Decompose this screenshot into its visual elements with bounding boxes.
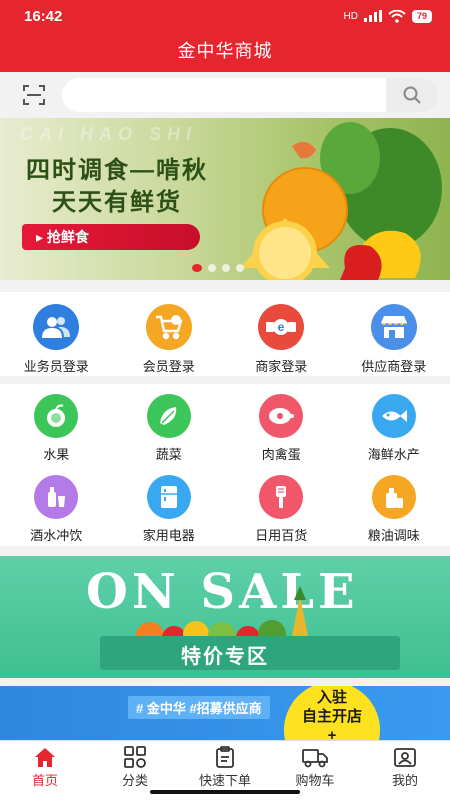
brush-icon <box>259 475 304 519</box>
clipboard-icon <box>216 746 234 768</box>
category-fruit[interactable]: 水果 <box>0 384 113 465</box>
oil-icon <box>371 475 416 519</box>
login-row: 业务员登录 会员登录 e 商家登录 供应商登录 <box>0 292 450 376</box>
pager-dot[interactable] <box>222 264 230 272</box>
search-bar <box>0 72 450 118</box>
shop-awning-icon <box>370 304 417 350</box>
category-label: 蔬菜 <box>155 447 182 462</box>
banner-cta-button[interactable]: ▸ 抢鲜食 <box>22 224 200 250</box>
sale-banner[interactable]: ON SALE 特价专区 <box>0 556 450 678</box>
category-grid: 水果 蔬菜 肉禽蛋 海鲜水产 酒水冲饮 家用电器 日用百货 粮油调味 <box>0 384 450 546</box>
nav-label: 我的 <box>391 773 418 788</box>
nav-profile[interactable]: 我的 <box>360 741 450 800</box>
login-label: 业务员登录 <box>23 359 89 374</box>
search-icon <box>403 86 421 104</box>
status-bar: 16:42 HD 79 <box>0 0 450 32</box>
home-icon <box>35 748 55 767</box>
network-label: HD <box>343 10 358 22</box>
grid-icon <box>124 746 146 768</box>
cart-icon <box>145 304 192 350</box>
banner-produce-image <box>240 122 442 280</box>
category-label: 酒水冲饮 <box>30 528 83 543</box>
scan-icon <box>23 85 45 105</box>
users-icon <box>33 304 80 350</box>
vegetable-icon <box>146 394 191 438</box>
category-label: 海鲜水产 <box>367 447 420 462</box>
category-label: 肉禽蛋 <box>261 447 301 462</box>
page-title: 金中华商城 <box>0 32 450 72</box>
nav-label: 首页 <box>31 773 58 788</box>
profile-icon <box>394 748 416 767</box>
status-indicators: HD 79 <box>343 9 432 23</box>
status-time: 16:42 <box>24 7 63 25</box>
signal-icon <box>363 10 382 22</box>
category-vegetable[interactable]: 蔬菜 <box>113 384 226 465</box>
login-salesman-button[interactable]: 业务员登录 <box>0 292 113 376</box>
login-member-button[interactable]: 会员登录 <box>113 292 226 376</box>
pager-dot[interactable] <box>208 264 216 272</box>
recruit-line1: 入驻 <box>316 689 347 706</box>
category-label: 家用电器 <box>142 528 195 543</box>
fruit-icon <box>34 394 79 438</box>
nav-label: 分类 <box>121 773 148 788</box>
pager-dot[interactable] <box>236 264 244 272</box>
battery-icon: 79 <box>411 9 432 23</box>
wifi-icon <box>388 9 406 23</box>
search-input[interactable] <box>62 78 438 112</box>
nav-label: 快速下单 <box>198 773 251 788</box>
category-meat[interactable]: 肉禽蛋 <box>225 384 338 465</box>
category-grain-oil[interactable]: 粮油调味 <box>338 465 450 546</box>
promo-banner[interactable]: CAI HAO SHI 四时调食—啃秋 天天有鲜货 ▸ 抢鲜食 <box>0 118 450 280</box>
category-seafood[interactable]: 海鲜水产 <box>338 384 450 465</box>
category-daily-goods[interactable]: 日用百货 <box>225 465 338 546</box>
recruit-banner[interactable]: # 金中华 #招募供应商 入驻 自主开店 + <box>0 686 450 740</box>
fridge-icon <box>146 475 191 519</box>
sale-title: 特价专区 <box>181 646 269 668</box>
banner-pager <box>192 264 244 272</box>
category-drinks[interactable]: 酒水冲饮 <box>0 465 113 546</box>
recruit-badge: 入驻 自主开店 + <box>284 686 380 740</box>
banner-line2: 天天有鲜货 <box>52 189 182 216</box>
search-button[interactable] <box>386 78 438 112</box>
svg-text:e: e <box>278 320 285 334</box>
login-label: 会员登录 <box>142 359 195 374</box>
login-label: 商家登录 <box>255 359 308 374</box>
search-box <box>62 78 438 112</box>
banner-cta-label: 抢鲜食 <box>46 229 89 245</box>
truck-icon <box>302 749 328 768</box>
pager-dot[interactable] <box>192 264 202 272</box>
app-root: 16:42 HD 79 金中华商城 CAI HAO SHI 四时调食—啃秋 天天… <box>0 0 450 800</box>
home-indicator <box>150 790 300 794</box>
banner-watermark: CAI HAO SHI <box>20 124 198 144</box>
store-e-icon: e <box>258 304 305 350</box>
recruit-tag: # 金中华 #招募供应商 <box>128 696 270 719</box>
recruit-line2: 自主开店 <box>301 708 362 725</box>
category-label: 粮油调味 <box>367 528 420 543</box>
login-label: 供应商登录 <box>361 359 427 374</box>
category-label: 日用百货 <box>255 528 308 543</box>
meat-icon <box>259 394 304 438</box>
recruit-line3: + <box>327 727 337 740</box>
category-appliances[interactable]: 家用电器 <box>113 465 226 546</box>
nav-home[interactable]: 首页 <box>0 741 90 800</box>
category-label: 水果 <box>43 447 70 462</box>
login-supplier-button[interactable]: 供应商登录 <box>338 292 450 376</box>
scan-button[interactable] <box>20 82 48 108</box>
nav-label: 购物车 <box>295 773 335 788</box>
login-merchant-button[interactable]: e 商家登录 <box>225 292 338 376</box>
drinks-icon <box>34 475 79 519</box>
fish-icon <box>371 394 416 438</box>
banner-line1: 四时调食—啃秋 <box>26 157 208 184</box>
